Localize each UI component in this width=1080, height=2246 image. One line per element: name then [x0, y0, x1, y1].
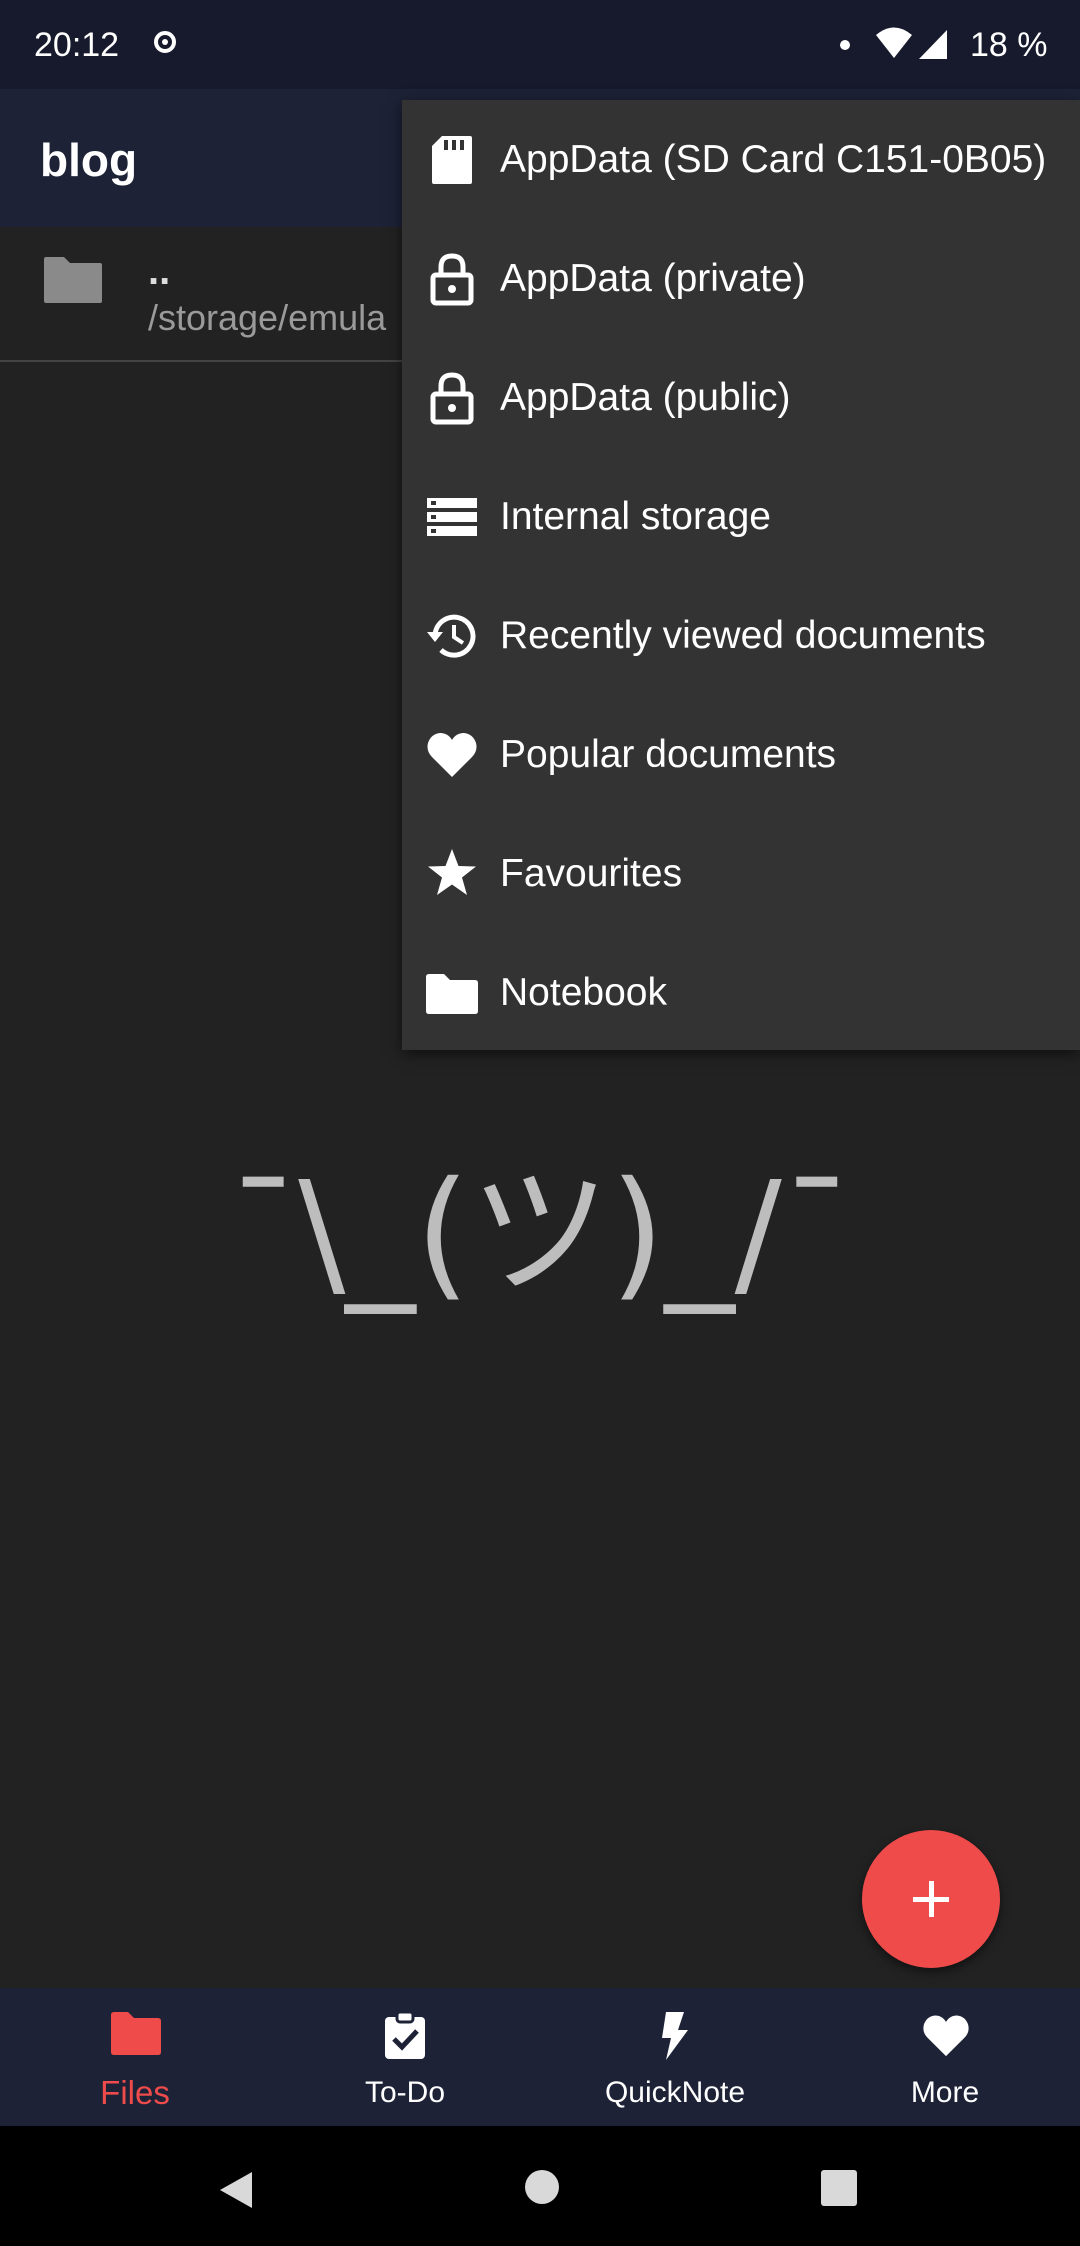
menu-item-appdata-public[interactable]: AppData (public) — [402, 338, 1080, 457]
folder-icon — [44, 257, 102, 303]
storage-icon — [427, 498, 477, 536]
menu-item-notebook[interactable]: Notebook — [402, 933, 1080, 1052]
page-title: blog — [40, 134, 138, 186]
menu-item-label: Favourites — [500, 852, 683, 895]
tab-label: More — [910, 2076, 980, 2109]
status-bar: 20:12 18 % — [0, 0, 1080, 89]
heart-icon — [923, 2015, 969, 2057]
bottom-navigation: Files To-Do QuickNote More — [0, 1988, 1080, 2126]
menu-item-popular-documents[interactable]: Popular documents — [402, 695, 1080, 814]
folder-icon — [111, 2012, 161, 2055]
menu-item-label: Notebook — [500, 971, 667, 1014]
signal-icon — [919, 30, 947, 59]
menu-item-internal-storage[interactable]: Internal storage — [402, 457, 1080, 576]
wifi-icon — [876, 27, 912, 58]
system-navigation-bar — [0, 2126, 1080, 2246]
tab-label: To-Do — [364, 2076, 446, 2109]
add-fab-button[interactable] — [862, 1830, 1000, 1968]
menu-item-label: Recently viewed documents — [500, 614, 986, 657]
menu-item-label: AppData (private) — [500, 257, 806, 300]
battery-percent: 18 % — [970, 26, 1048, 64]
history-icon — [427, 614, 476, 658]
file-name: .. — [148, 249, 171, 293]
menu-item-favourites[interactable]: Favourites — [402, 814, 1080, 933]
file-path: /storage/emula — [148, 297, 387, 338]
lock-icon — [430, 253, 474, 306]
status-time: 20:12 — [34, 26, 120, 64]
heart-icon — [427, 733, 477, 777]
folder-icon — [426, 974, 478, 1014]
back-icon[interactable] — [218, 2170, 254, 2210]
tab-more[interactable]: More — [810, 1988, 1080, 2126]
menu-item-appdata-private[interactable]: AppData (private) — [402, 219, 1080, 338]
tab-label: QuickNote — [604, 2076, 746, 2109]
notification-dot-icon — [840, 40, 850, 50]
star-icon — [428, 849, 476, 895]
menu-item-label: Internal storage — [500, 495, 772, 538]
menu-item-recently-viewed[interactable]: Recently viewed documents — [402, 576, 1080, 695]
menu-item-label: Popular documents — [500, 733, 837, 776]
clipboard-check-icon — [385, 2010, 425, 2059]
tab-todo[interactable]: To-Do — [270, 1988, 540, 2126]
tab-files[interactable]: Files — [0, 1988, 270, 2126]
screen-record-icon — [154, 31, 176, 53]
home-icon[interactable] — [525, 2170, 559, 2204]
lock-icon — [430, 372, 474, 425]
tab-quicknote[interactable]: QuickNote — [540, 1988, 810, 2126]
empty-state-shrug: ¯\_(ツ)_/¯ — [228, 1152, 852, 1315]
recent-apps-icon[interactable] — [821, 2170, 857, 2206]
sd-card-icon — [432, 136, 472, 184]
storage-dropdown-menu: AppData (SD Card C151-0B05) AppData (pri… — [402, 100, 1080, 1050]
menu-item-appdata-sd-card[interactable]: AppData (SD Card C151-0B05) — [402, 100, 1080, 219]
tab-label: Files — [100, 2074, 170, 2111]
menu-item-label: AppData (public) — [500, 376, 791, 419]
menu-item-label: AppData (SD Card C151-0B05) — [500, 138, 1047, 181]
lightning-icon — [662, 2012, 688, 2060]
